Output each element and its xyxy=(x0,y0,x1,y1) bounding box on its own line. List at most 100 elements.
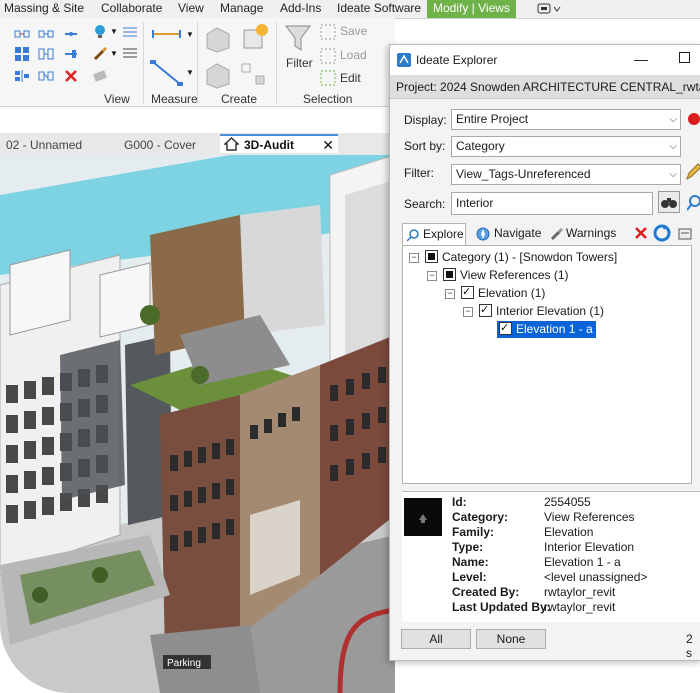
create-assembly-icon[interactable] xyxy=(203,60,233,90)
paint-brush-icon[interactable] xyxy=(92,46,108,62)
align-icon[interactable] xyxy=(14,68,30,84)
dimension-icon[interactable] xyxy=(150,58,184,88)
detail-key: Name: xyxy=(452,555,489,569)
tree-node-category[interactable]: Category (1) - [Snowdon Towers] xyxy=(425,249,617,265)
project-bar: Project: 2024 Snowden ARCHITECTURE CENTR… xyxy=(390,75,700,99)
explorer-tree: − Category (1) - [Snowdon Towers] − View… xyxy=(402,245,692,484)
tree-node-elevation-1-a[interactable]: Elevation 1 - a xyxy=(497,320,596,338)
light-bulb-icon[interactable] xyxy=(92,24,108,40)
tree-collapse-icon[interactable]: − xyxy=(427,271,437,281)
tree-node-interior-elevation[interactable]: Interior Elevation (1) xyxy=(479,302,604,319)
hide-element-icon[interactable] xyxy=(14,26,30,42)
ribbon-tab-view[interactable]: View xyxy=(178,0,204,18)
toggle-view-icon[interactable] xyxy=(63,26,79,42)
sortby-dropdown[interactable]: Category ⌵ xyxy=(451,136,681,157)
tree-checkbox[interactable] xyxy=(479,302,492,318)
tree-checkbox[interactable] xyxy=(425,250,438,263)
tree-collapse-icon[interactable]: − xyxy=(445,289,455,299)
join-view-icon[interactable] xyxy=(38,46,54,62)
sortby-value: Category xyxy=(456,139,505,153)
doc-tab-label: 3D-Audit xyxy=(244,138,294,152)
tree-checkbox[interactable] xyxy=(461,284,474,300)
explorer-title: Ideate Explorer xyxy=(416,53,498,67)
document-tab-bar: 02 - Unnamed G000 - Cover 3D-Audit ✕ xyxy=(0,133,395,155)
doc-tab-unnamed[interactable]: 02 - Unnamed xyxy=(6,136,106,155)
create-part-icon[interactable] xyxy=(203,24,233,54)
create-group-icon[interactable] xyxy=(238,22,270,54)
search-input[interactable]: Interior xyxy=(451,192,653,215)
display-value: Entire Project xyxy=(456,112,529,126)
chevron-down-icon: ⌵ xyxy=(669,141,677,152)
element-details-panel: Id: 2554055 Category: View References Fa… xyxy=(402,491,700,622)
tree-node-elevation[interactable]: Elevation (1) xyxy=(461,284,545,301)
thin-lines-icon[interactable] xyxy=(122,46,138,62)
tab-warnings[interactable]: Warnings xyxy=(548,223,620,245)
element-thumbnail xyxy=(404,498,442,536)
clear-red-x-icon[interactable] xyxy=(634,226,648,243)
ribbon-options-icon[interactable] xyxy=(537,3,561,15)
detail-key: Category: xyxy=(452,510,509,524)
chevron-down-icon[interactable]: ▼ xyxy=(186,30,194,39)
measure-tape-icon[interactable] xyxy=(152,26,182,42)
group-divider xyxy=(143,22,144,104)
pencil-icon[interactable] xyxy=(685,163,700,184)
filter-funnel-icon[interactable] xyxy=(284,24,312,52)
tab-navigate-label: Navigate xyxy=(494,226,542,240)
ribbon-tab-add-ins[interactable]: Add-Ins xyxy=(280,0,321,18)
pin-icon[interactable] xyxy=(63,46,79,62)
doc-tab-3d-audit[interactable]: 3D-Audit ✕ xyxy=(220,134,338,153)
tree-checkbox[interactable] xyxy=(443,268,456,281)
ribbon-tab-ideate-software[interactable]: Ideate Software xyxy=(337,0,421,18)
explorer-title-bar[interactable]: Ideate Explorer — xyxy=(390,45,700,75)
ribbon-tab-manage[interactable]: Manage xyxy=(220,0,263,18)
tree-node-view-references[interactable]: View References (1) xyxy=(443,267,569,283)
visibility-graphics-icon[interactable] xyxy=(122,24,138,40)
eraser-icon[interactable] xyxy=(92,68,108,84)
chevron-down-icon[interactable]: ▼ xyxy=(110,27,118,36)
status-red-icon[interactable] xyxy=(688,113,700,125)
detail-key: Created By: xyxy=(452,585,520,599)
3d-viewport[interactable]: Parking xyxy=(0,155,395,693)
tab-navigate[interactable]: Navigate xyxy=(472,223,544,245)
save-selection-button[interactable]: Save xyxy=(340,24,367,38)
delete-icon[interactable] xyxy=(63,68,79,84)
tree-collapse-icon[interactable]: − xyxy=(463,307,473,317)
tab-explore[interactable]: Explore xyxy=(402,223,466,245)
tree-checkbox[interactable] xyxy=(499,320,512,336)
search-icon[interactable] xyxy=(686,195,700,214)
group-label-measure: Measure xyxy=(151,92,198,106)
chevron-down-icon[interactable]: ▼ xyxy=(186,68,194,77)
split-icon[interactable] xyxy=(38,68,54,84)
ribbon-spacer xyxy=(0,107,395,133)
sortby-label: Sort by: xyxy=(404,139,446,153)
minimize-icon[interactable]: — xyxy=(634,51,648,67)
ribbon-tab-collaborate[interactable]: Collaborate xyxy=(101,0,162,18)
tree-collapse-icon[interactable]: − xyxy=(409,253,419,263)
chevron-down-icon: ⌵ xyxy=(669,169,677,180)
ribbon-tab-modify-views[interactable]: Modify | Views xyxy=(427,0,516,18)
grid-layout-icon[interactable] xyxy=(14,46,30,62)
select-all-button[interactable]: All xyxy=(401,629,471,649)
isolate-element-icon[interactable] xyxy=(38,26,54,42)
ribbon-tab-massing-site[interactable]: Massing & Site xyxy=(4,0,84,18)
detail-value: View References xyxy=(544,510,635,524)
close-icon[interactable]: ✕ xyxy=(322,136,334,154)
similar-icon[interactable] xyxy=(240,62,268,88)
display-dropdown[interactable]: Entire Project ⌵ xyxy=(451,109,681,130)
edit-selection-button[interactable]: Edit xyxy=(340,71,361,85)
display-label: Display: xyxy=(404,113,447,127)
ideate-logo-icon xyxy=(396,52,412,71)
binoculars-icon[interactable] xyxy=(658,191,680,213)
detail-value: 2554055 xyxy=(544,495,591,509)
refresh-icon[interactable] xyxy=(653,224,671,245)
select-none-button[interactable]: None xyxy=(476,629,546,649)
search-value: Interior xyxy=(456,196,494,210)
export-icon[interactable] xyxy=(678,227,692,244)
filter-dropdown[interactable]: View_Tags-Unreferenced ⌵ xyxy=(451,164,681,185)
maximize-icon[interactable] xyxy=(679,52,690,63)
search-label: Search: xyxy=(404,197,446,211)
chevron-down-icon[interactable]: ▼ xyxy=(110,49,118,58)
load-selection-button[interactable]: Load xyxy=(340,48,367,62)
filter-button[interactable]: Filter xyxy=(286,56,313,70)
doc-tab-cover[interactable]: G000 - Cover xyxy=(124,136,204,155)
